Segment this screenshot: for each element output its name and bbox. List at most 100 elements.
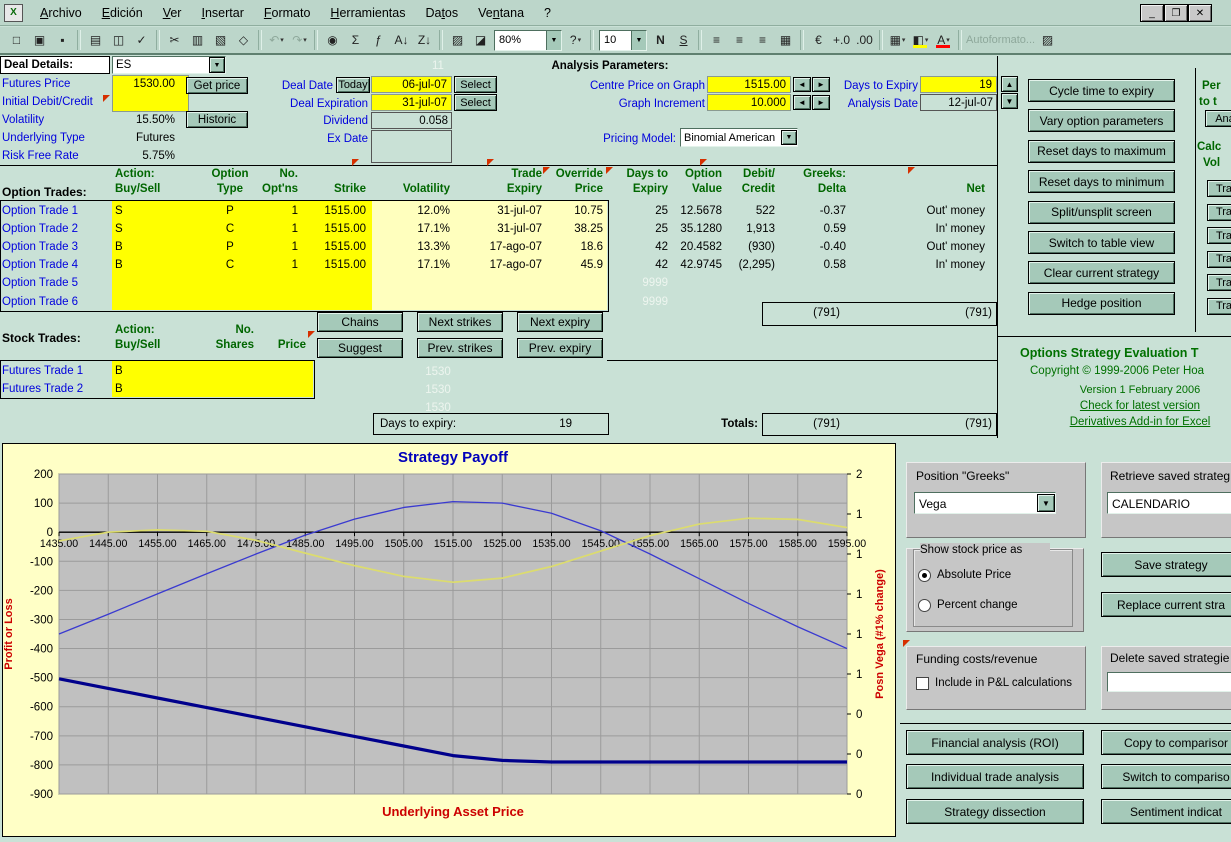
delete-strategy-input[interactable] (1107, 672, 1231, 692)
edge-trade-button-1[interactable]: Tra (1207, 180, 1231, 197)
autosum-icon[interactable]: Σ (345, 30, 366, 50)
switch-to-comparison-button[interactable]: Switch to compariso (1101, 764, 1231, 789)
option-cell[interactable]: 1515.00 (302, 221, 366, 236)
minimize-button[interactable]: _ (1140, 4, 1164, 22)
individual-trade-analysis-button[interactable]: Individual trade analysis (906, 764, 1084, 789)
funding-checkbox[interactable]: Include in P&L calculations (916, 676, 1081, 690)
stock-action-cell[interactable]: B (115, 363, 175, 378)
option-cell[interactable]: B (115, 239, 195, 254)
option-cell[interactable]: 31-jul-07 (456, 203, 542, 218)
cut-icon[interactable]: ✂ (164, 30, 185, 50)
copy-icon[interactable]: ▥ (187, 30, 208, 50)
chevron-down-icon[interactable]: ▾ (925, 36, 929, 44)
derivatives-addin-link[interactable]: Derivatives Add-in for Excel (1053, 415, 1227, 428)
spelling-icon[interactable]: ✓ (131, 30, 152, 50)
option-cell[interactable]: 45.9 (546, 258, 603, 273)
option-cell[interactable]: S (115, 203, 195, 218)
side-button-reset-days-to-minimum[interactable]: Reset days to minimum (1028, 170, 1175, 193)
graph-increment-value[interactable]: 10.000 (707, 94, 791, 111)
chevron-down-icon[interactable]: ▼ (631, 31, 646, 50)
font-size-combo[interactable]: 10▼ (599, 30, 647, 51)
historic-button[interactable]: Historic (186, 111, 248, 128)
stock-button-suggest[interactable]: Suggest (317, 338, 403, 358)
option-cell[interactable]: 13.3% (380, 239, 450, 254)
radio-absolute-price[interactable]: Absolute Price (918, 568, 1068, 582)
days-to-expiry-value[interactable]: 19 (920, 76, 997, 93)
font-color-icon[interactable]: A▾ (933, 30, 954, 50)
option-cell[interactable]: 17.1% (380, 221, 450, 236)
option-cell[interactable]: 18.6 (546, 239, 603, 254)
merge-center-icon[interactable]: ▦ (775, 30, 796, 50)
menu-item-edicin[interactable]: Edición (93, 3, 152, 23)
stock-button-prev-expiry[interactable]: Prev. expiry (517, 338, 603, 358)
edge-ana-button[interactable]: Ana (1205, 110, 1231, 127)
side-button-split-unsplit-screen[interactable]: Split/unsplit screen (1028, 201, 1175, 224)
option-cell[interactable]: C (200, 221, 260, 236)
side-button-vary-option-parameters[interactable]: Vary option parameters (1028, 109, 1175, 132)
option-cell[interactable]: 1 (256, 203, 298, 218)
option-cell[interactable]: B (115, 258, 195, 273)
strategy-dissection-button[interactable]: Strategy dissection (906, 799, 1084, 824)
menu-item-ventana[interactable]: Ventana (469, 3, 533, 23)
close-button[interactable]: ✕ (1188, 4, 1212, 22)
menu-item-insertar[interactable]: Insertar (192, 3, 252, 23)
ex-date-value[interactable] (371, 130, 452, 163)
deal-date-value[interactable]: 06-jul-07 (371, 76, 452, 93)
new-workbook-icon[interactable]: □ (6, 30, 27, 50)
option-cell[interactable]: 1515.00 (302, 239, 366, 254)
side-button-cycle-time-to-expiry[interactable]: Cycle time to expiry (1028, 79, 1175, 102)
euro-style-icon[interactable]: € (808, 30, 829, 50)
menu-item-archivo[interactable]: Archivo (31, 3, 91, 23)
option-cell[interactable]: C (200, 258, 260, 273)
check-latest-version-link[interactable]: Check for latest version (1060, 399, 1220, 412)
copy-to-comparison-button[interactable]: Copy to comparisor (1101, 730, 1231, 755)
centre-price-value[interactable]: 1515.00 (707, 76, 791, 93)
underline-icon[interactable]: S (673, 30, 694, 50)
bold-icon[interactable]: N (650, 30, 671, 50)
option-cell[interactable]: 17-ago-07 (456, 239, 542, 254)
option-cell[interactable]: 38.25 (546, 221, 603, 236)
stock-button-next-expiry[interactable]: Next expiry (517, 312, 603, 332)
option-cell[interactable]: 31-jul-07 (456, 221, 542, 236)
increase-decimal-icon[interactable]: +.0 (831, 30, 852, 50)
insert-hyperlink-icon[interactable]: ◉ (322, 30, 343, 50)
undo-icon[interactable]: ↶▾ (266, 30, 287, 50)
replace-strategy-button[interactable]: Replace current stra (1101, 592, 1231, 617)
option-cell[interactable]: 1 (256, 258, 298, 273)
save-icon[interactable]: ▪ (52, 30, 73, 50)
sentiment-indicator-button[interactable]: Sentiment indicat (1101, 799, 1231, 824)
print-preview-icon[interactable]: ◫ (108, 30, 129, 50)
option-cell[interactable]: 12.0% (380, 203, 450, 218)
fill-color-icon[interactable]: ◧▾ (910, 30, 931, 50)
menu-item-ver[interactable]: Ver (154, 3, 191, 23)
option-cell[interactable]: S (115, 221, 195, 236)
chevron-down-icon[interactable]: ▾ (280, 36, 284, 44)
restore-button[interactable]: ❐ (1164, 4, 1188, 22)
menu-item-herramientas[interactable]: Herramientas (321, 3, 414, 23)
edge-trade-button-4[interactable]: Tra (1207, 251, 1231, 268)
edge-trade-button-2[interactable]: Tra (1207, 204, 1231, 221)
centre-price-spin-left[interactable]: ◄ (793, 77, 811, 92)
graph-increment-spin-right[interactable]: ► (812, 95, 830, 110)
financial-analysis-button[interactable]: Financial analysis (ROI) (906, 730, 1084, 755)
option-cell[interactable]: 1 (256, 221, 298, 236)
side-button-reset-days-to-maximum[interactable]: Reset days to maximum (1028, 140, 1175, 163)
option-cell[interactable]: 17-ago-07 (456, 258, 542, 273)
menu-item-?[interactable]: ? (535, 3, 560, 23)
edge-trade-button-3[interactable]: Tra (1207, 227, 1231, 244)
side-button-hedge-position[interactable]: Hedge position (1028, 292, 1175, 315)
help-icon[interactable]: ?▾ (565, 30, 586, 50)
decrease-decimal-icon[interactable]: .00 (854, 30, 875, 50)
radio-unselected-icon[interactable] (918, 599, 931, 612)
pricing-model-combo[interactable]: Binomial American▼ (680, 128, 798, 147)
radio-percent-change[interactable]: Percent change (918, 598, 1068, 612)
align-right-icon[interactable]: ≡ (752, 30, 773, 50)
select-deal-date-button[interactable]: Select (454, 76, 497, 93)
chevron-down-icon[interactable]: ▾ (902, 36, 906, 44)
centre-price-spin-right[interactable]: ► (812, 77, 830, 92)
align-left-icon[interactable]: ≡ (706, 30, 727, 50)
edge-trade-button-6[interactable]: Tra (1207, 298, 1231, 315)
sort-descending-icon[interactable]: Z↓ (414, 30, 435, 50)
days-spin-down[interactable]: ▼ (1001, 93, 1018, 109)
open-icon[interactable]: ▣ (29, 30, 50, 50)
